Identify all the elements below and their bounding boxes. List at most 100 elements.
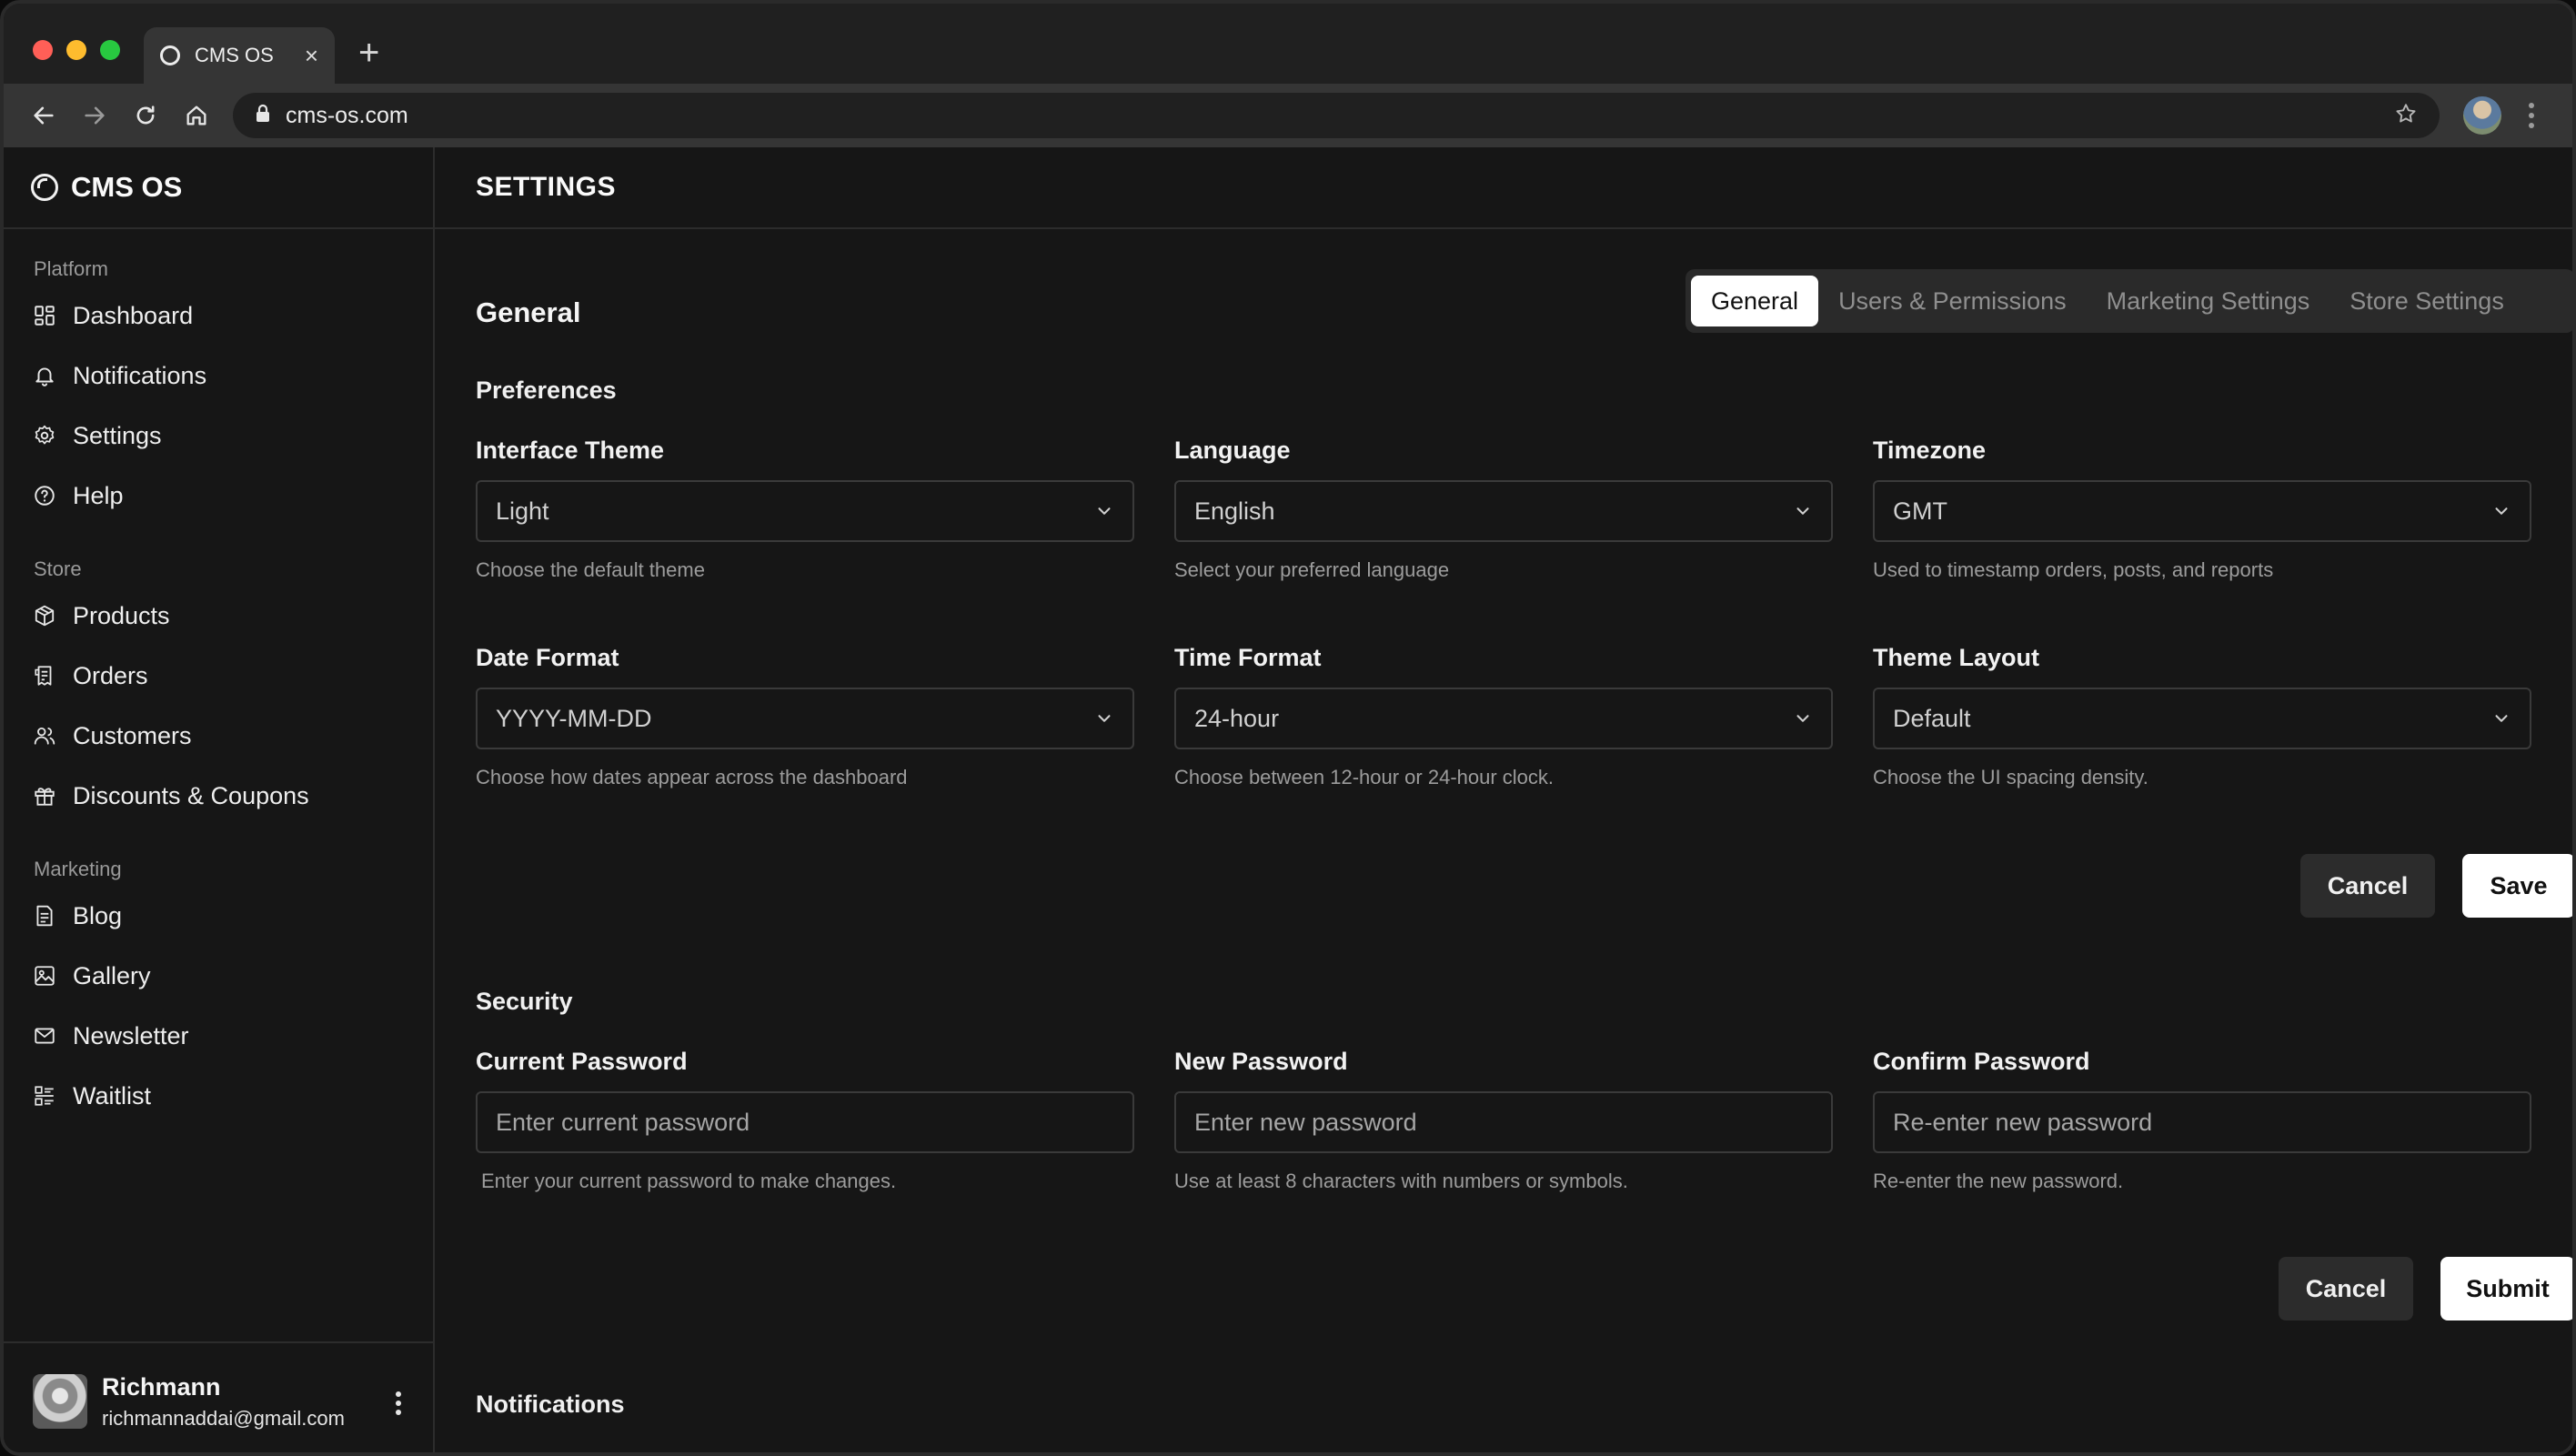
language-select[interactable]: English [1174, 480, 1833, 542]
preferences-heading: Preferences [476, 377, 617, 404]
sidebar-item-notifications[interactable]: Notifications [4, 346, 433, 406]
settings-tabs: General Users & Permissions Marketing Se… [1685, 269, 2572, 333]
forward-icon[interactable] [69, 90, 120, 141]
time-format-field: Time Format 24-hour Choose between 12-ho… [1174, 644, 1833, 789]
help-icon [35, 486, 55, 506]
help-text: Choose how dates appear across the dashb… [476, 766, 908, 788]
help-text: Select your preferred language [1174, 558, 1450, 581]
browser-menu-icon[interactable] [2527, 98, 2536, 137]
help-text: Choose the UI spacing density. [1873, 766, 2148, 788]
chevron-down-icon [2495, 715, 2508, 722]
sidebar-item-label: Help [73, 481, 124, 509]
security-cancel-button[interactable]: Cancel [2279, 1257, 2413, 1320]
sidebar-item-newsletter[interactable]: Newsletter [4, 1006, 433, 1066]
field-label: New Password [1174, 1048, 1348, 1075]
mail-icon [35, 1028, 55, 1044]
sidebar-item-label: Settings [73, 421, 162, 449]
lock-icon [255, 104, 271, 128]
dashboard-icon [35, 306, 55, 326]
field-label: Theme Layout [1873, 644, 2040, 671]
page-header: SETTINGS [435, 147, 2572, 229]
new-password-input[interactable]: Enter new password [1174, 1091, 1833, 1153]
sidebar-item-label: Gallery [73, 961, 151, 989]
address-bar[interactable]: cms-os.com [233, 93, 2440, 138]
timezone-field: Timezone GMT Used to timestamp orders, p… [1873, 437, 2531, 582]
avatar [33, 1374, 87, 1429]
field-label: Interface Theme [476, 437, 665, 464]
interface-theme-select[interactable]: Light [476, 480, 1134, 542]
bell-icon [35, 367, 54, 387]
sidebar-item-waitlist[interactable]: Waitlist [4, 1066, 433, 1126]
theme-layout-select[interactable]: Default [1873, 688, 2531, 749]
sidebar-item-settings[interactable]: Settings [4, 406, 433, 466]
gear-icon [35, 425, 55, 445]
current-password-input[interactable]: Enter current password [476, 1091, 1134, 1153]
sidebar-item-customers[interactable]: Customers [4, 706, 433, 766]
sidebar-item-help[interactable]: Help [4, 466, 433, 526]
preferences-save-button[interactable]: Save [2462, 854, 2572, 918]
minimize-window-button[interactable] [66, 40, 86, 60]
user-email: richmannaddai@gmail.com [102, 1406, 345, 1430]
sidebar-item-discounts[interactable]: Discounts & Coupons [4, 766, 433, 826]
chevron-down-icon [1796, 507, 1809, 515]
field-label: Timezone [1873, 437, 1987, 464]
tab-title: CMS OS [195, 44, 274, 66]
new-tab-icon[interactable]: + [358, 35, 379, 71]
select-value: 24-hour [1194, 704, 1280, 732]
field-label: Time Format [1174, 644, 1322, 671]
document-icon [36, 905, 53, 927]
chevron-down-icon [1098, 507, 1111, 515]
home-icon[interactable] [171, 90, 222, 141]
input-placeholder: Enter new password [1194, 1108, 1417, 1136]
input-placeholder: Enter current password [496, 1108, 750, 1136]
select-value: Default [1893, 704, 1971, 732]
tab-users-permissions[interactable]: Users & Permissions [1818, 276, 2087, 326]
select-value: Light [496, 497, 549, 525]
timezone-select[interactable]: GMT [1873, 480, 2531, 542]
help-text: Used to timestamp orders, posts, and rep… [1873, 558, 2274, 581]
confirm-password-input[interactable]: Re-enter new password [1873, 1091, 2531, 1153]
security-submit-button[interactable]: Submit [2440, 1257, 2572, 1320]
sidebar: CMS OS Platform Dashboard Notifications … [4, 147, 435, 1452]
tab-general[interactable]: General [1691, 276, 1819, 326]
field-label: Date Format [476, 644, 619, 671]
nav-section-store: Store Products Orders Customers Discount… [4, 553, 433, 826]
window-controls [33, 40, 120, 60]
tab-marketing-settings[interactable]: Marketing Settings [2087, 276, 2330, 326]
brand-logo-icon [31, 174, 58, 201]
tab-store-settings[interactable]: Store Settings [2329, 276, 2524, 326]
preferences-cancel-button[interactable]: Cancel [2300, 854, 2435, 918]
more-vertical-icon[interactable] [395, 1391, 402, 1421]
favicon-icon [160, 45, 180, 65]
date-format-select[interactable]: YYYY-MM-DD [476, 688, 1134, 749]
help-text: Enter your current password to make chan… [481, 1170, 897, 1192]
sidebar-item-orders[interactable]: Orders [4, 646, 433, 706]
brand[interactable]: CMS OS [4, 147, 433, 229]
back-icon[interactable] [18, 90, 69, 141]
sidebar-item-blog[interactable]: Blog [4, 886, 433, 946]
input-placeholder: Re-enter new password [1893, 1108, 2153, 1136]
reload-icon[interactable] [120, 90, 171, 141]
user-card[interactable]: Richmann richmannaddai@gmail.com [4, 1341, 433, 1452]
browser-profile-avatar[interactable] [2463, 96, 2501, 135]
receipt-icon [35, 666, 52, 686]
chevron-down-icon [1098, 715, 1111, 722]
help-text: Choose the default theme [476, 558, 705, 581]
sidebar-item-products[interactable]: Products [4, 586, 433, 646]
sidebar-item-gallery[interactable]: Gallery [4, 946, 433, 1006]
browser-toolbar: cms-os.com [4, 84, 2572, 147]
field-label: Confirm Password [1873, 1048, 2090, 1075]
nav-section-marketing: Marketing Blog Gallery Newsletter Waitli… [4, 853, 433, 1126]
sidebar-item-dashboard[interactable]: Dashboard [4, 286, 433, 346]
date-format-field: Date Format YYYY-MM-DD Choose how dates … [476, 644, 1134, 789]
browser-tab[interactable]: CMS OS × [144, 27, 335, 84]
sidebar-item-label: Newsletter [73, 1021, 189, 1049]
close-window-button[interactable] [33, 40, 53, 60]
maximize-window-button[interactable] [100, 40, 120, 60]
bookmark-star-icon[interactable] [2394, 102, 2418, 130]
time-format-select[interactable]: 24-hour [1174, 688, 1833, 749]
interface-theme-field: Interface Theme Light Choose the default… [476, 437, 1134, 582]
close-tab-icon[interactable]: × [305, 44, 318, 67]
new-password-field: New Password Enter new password Use at l… [1174, 1048, 1833, 1193]
select-value: GMT [1893, 497, 1947, 525]
